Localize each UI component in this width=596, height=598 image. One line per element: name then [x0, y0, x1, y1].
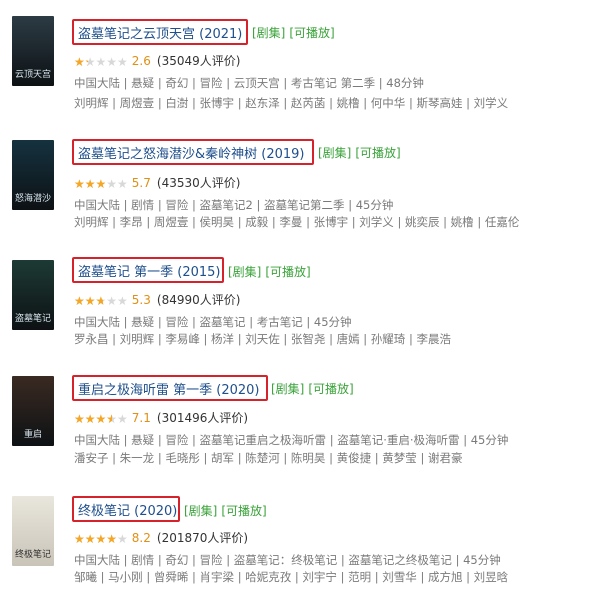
tag-group: [剧集] [可播放] — [318, 144, 405, 161]
meta-genres: 中国大陆 | 悬疑 | 奇幻 | 冒险 | 云顶天宫 | 考古笔记 第二季 | … — [74, 76, 424, 90]
rating-stars-icon: ★★★★★★★★★★ — [74, 532, 128, 546]
title-highlight-box: 重启之极海听雷 第一季 (2020) — [72, 375, 268, 401]
poster-image[interactable]: 怒海潜沙 — [12, 140, 54, 210]
rating-stars-icon: ★★★★★★★★★★ — [74, 177, 128, 191]
rating-score: 7.1 — [131, 411, 151, 425]
meta-cast: 刘明辉 | 李昂 | 周煜壹 | 侯明昊 | 成毅 | 李曼 | 张博宇 | 刘… — [74, 215, 520, 229]
poster-image[interactable]: 终极笔记 — [12, 496, 54, 566]
result-item: 终极笔记 终极笔记 (2020) [剧集] [可播放] ★★★★★★★★★★8.2… — [0, 472, 596, 590]
rating-stars-icon: ★★★★★★★★★★ — [74, 55, 128, 69]
meta-genres: 中国大陆 | 悬疑 | 冒险 | 盗墓笔记 | 考古笔记 | 45分钟 — [74, 315, 352, 329]
rating-score: 8.2 — [131, 531, 151, 545]
meta-cast: 潘安子 | 朱一龙 | 毛晓彤 | 胡军 | 陈楚河 | 陈明昊 | 黄俊捷 |… — [74, 451, 463, 465]
tag-group: [剧集] [可播放] — [184, 502, 271, 519]
title-highlight-box: 盗墓笔记之怒海潜沙&秦岭神树 (2019) — [72, 139, 314, 165]
tag-group: [剧集] [可播放] — [252, 24, 339, 41]
result-title-link[interactable]: 盗墓笔记之怒海潜沙&秦岭神树 (2019) — [78, 143, 305, 162]
result-item: 云顶天宫 盗墓笔记之云顶天宫 (2021) [剧集] [可播放] ★★★★★★★★… — [0, 0, 596, 118]
meta-cast: 刘明辉 | 周煜壹 | 白澍 | 张博宇 | 赵东泽 | 赵芮菡 | 姚橹 | … — [74, 96, 509, 110]
poster-image[interactable]: 盗墓笔记 — [12, 260, 54, 330]
poster-caption: 云顶天宫 — [14, 70, 51, 80]
meta-cast: 罗永昌 | 刘明辉 | 李易峰 | 杨洋 | 刘天佐 | 张智尧 | 唐嫣 | … — [74, 332, 451, 346]
playable-tag[interactable]: [可播放] — [355, 146, 400, 160]
rating-row: ★★★★★★★★★★5.3 (84990人评价) — [74, 291, 240, 308]
result-item: 怒海潜沙 盗墓笔记之怒海潜沙&秦岭神树 (2019) [剧集] [可播放] ★★★… — [0, 118, 596, 236]
result-item: 重启 重启之极海听雷 第一季 (2020) [剧集] [可播放] ★★★★★ ★★★… — [0, 354, 596, 472]
series-tag[interactable]: [剧集] — [271, 382, 304, 396]
playable-tag[interactable]: [可播放] — [265, 265, 310, 279]
meta-genres: 中国大陆 | 剧情 | 冒险 | 盗墓笔记2 | 盗墓笔记第二季 | 45分钟 — [74, 198, 394, 212]
meta-genres: 中国大陆 | 剧情 | 奇幻 | 冒险 | 盗墓笔记：终极笔记 | 盗墓笔记之终… — [74, 553, 501, 567]
rating-score: 5.3 — [131, 293, 151, 307]
poster-caption: 重启 — [23, 430, 42, 440]
meta-genres: 中国大陆 | 悬疑 | 冒险 | 盗墓笔记重启之极海听雷 | 盗墓笔记·重启·极… — [74, 433, 509, 447]
rating-row: ★★★★★★★★★★5.7 (43530人评价) — [74, 174, 240, 191]
rating-votes: (201870人评价) — [156, 531, 249, 545]
result-title-link[interactable]: 盗墓笔记 第一季 (2015) — [78, 261, 221, 280]
rating-row: ★★★★★★★★★★7.1 (301496人评价) — [74, 409, 248, 426]
rating-stars-icon: ★★★★★★★★★★ — [74, 412, 128, 426]
rating-votes: (43530人评价) — [156, 176, 241, 190]
series-tag[interactable]: [剧集] — [252, 26, 285, 40]
result-title-link[interactable]: 终极笔记 (2020) — [78, 500, 177, 519]
title-highlight-box: 盗墓笔记之云顶天宫 (2021) — [72, 19, 248, 45]
rating-votes: (301496人评价) — [156, 411, 249, 425]
rating-score: 5.7 — [131, 176, 151, 190]
tag-group: [剧集] [可播放] — [271, 380, 358, 397]
playable-tag[interactable]: [可播放] — [289, 26, 334, 40]
rating-row: ★★★★★★★★★★8.2 (201870人评价) — [74, 529, 248, 546]
rating-votes: (35049人评价) — [156, 54, 241, 68]
playable-tag[interactable]: [可播放] — [221, 504, 266, 518]
poster-image[interactable]: 重启 — [12, 376, 54, 446]
result-title-link[interactable]: 盗墓笔记之云顶天宫 (2021) — [78, 23, 242, 42]
poster-caption: 盗墓笔记 — [14, 314, 51, 324]
rating-votes: (84990人评价) — [156, 293, 241, 307]
rating-row: ★★★★★★★★★★2.6 (35049人评价) — [74, 52, 240, 69]
meta-cast: 邹曦 | 马小刚 | 曾舜晞 | 肖宇梁 | 哈妮克孜 | 刘宇宁 | 范明 |… — [74, 570, 509, 584]
series-tag[interactable]: [剧集] — [228, 265, 261, 279]
playable-tag[interactable]: [可播放] — [308, 382, 353, 396]
poster-image[interactable]: 云顶天宫 — [12, 16, 54, 86]
series-tag[interactable]: [剧集] — [184, 504, 217, 518]
title-highlight-box: 终极笔记 (2020) — [72, 496, 180, 522]
tag-group: [剧集] [可播放] — [228, 263, 315, 280]
result-title-link[interactable]: 重启之极海听雷 第一季 (2020) — [78, 379, 260, 398]
rating-score: 2.6 — [131, 54, 151, 68]
poster-caption: 终极笔记 — [14, 550, 51, 560]
title-highlight-box: 盗墓笔记 第一季 (2015) — [72, 257, 224, 283]
rating-stars-icon: ★★★★★★★★★★ — [74, 294, 128, 308]
poster-caption: 怒海潜沙 — [14, 194, 51, 204]
series-tag[interactable]: [剧集] — [318, 146, 351, 160]
result-item: 盗墓笔记 盗墓笔记 第一季 (2015) [剧集] [可播放] ★★★★★★★★★… — [0, 236, 596, 354]
